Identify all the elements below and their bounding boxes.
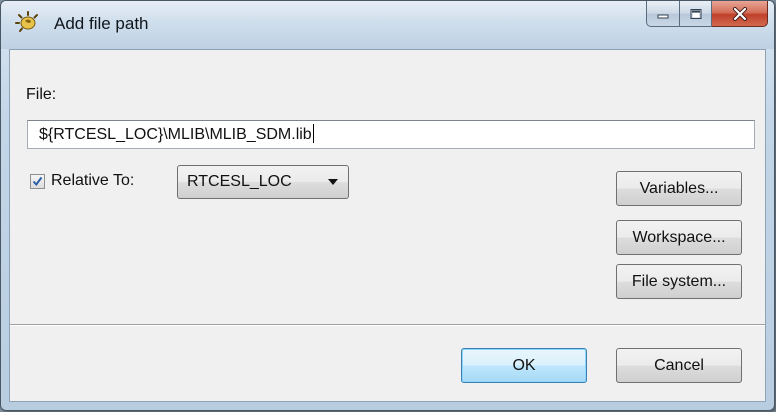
variables-button[interactable]: Variables... [616, 171, 742, 206]
dropdown-arrow-icon [328, 179, 338, 185]
file-system-button[interactable]: File system... [616, 264, 742, 299]
relative-to-checkbox-group[interactable]: Relative To: [30, 172, 134, 190]
window-title: Add file path [54, 14, 149, 33]
relative-to-select-value: RTCESL_LOC [187, 173, 292, 190]
file-label: File: [26, 86, 57, 103]
cancel-button[interactable]: Cancel [616, 348, 742, 383]
maximize-button[interactable] [680, 1, 712, 27]
workspace-button[interactable]: Workspace... [616, 220, 742, 255]
checkmark-icon [32, 176, 43, 186]
close-icon [732, 6, 747, 21]
maximize-icon [690, 8, 701, 19]
relative-to-label: Relative To: [51, 172, 135, 189]
text-caret [312, 124, 314, 143]
relative-to-select[interactable]: RTCESL_LOC [177, 165, 349, 199]
title-bar[interactable]: Add file path [1, 1, 774, 49]
minimize-icon [657, 14, 669, 18]
add-file-path-dialog: Add file path File: ${RTCESL_LOC}\MLIB\M… [0, 0, 775, 411]
ok-button[interactable]: OK [461, 348, 587, 383]
minimize-button[interactable] [646, 1, 680, 27]
caption-buttons [646, 1, 768, 29]
dialog-body: File: ${RTCESL_LOC}\MLIB\MLIB_SDM.lib Re… [9, 49, 766, 402]
close-button[interactable] [712, 1, 768, 27]
file-path-input[interactable]: ${RTCESL_LOC}\MLIB\MLIB_SDM.lib [27, 120, 755, 149]
eclipse-sun-icon [15, 11, 38, 32]
footer-separator [10, 324, 765, 326]
relative-to-checkbox[interactable] [30, 173, 45, 189]
file-path-value: ${RTCESL_LOC}\MLIB\MLIB_SDM.lib [39, 126, 312, 143]
